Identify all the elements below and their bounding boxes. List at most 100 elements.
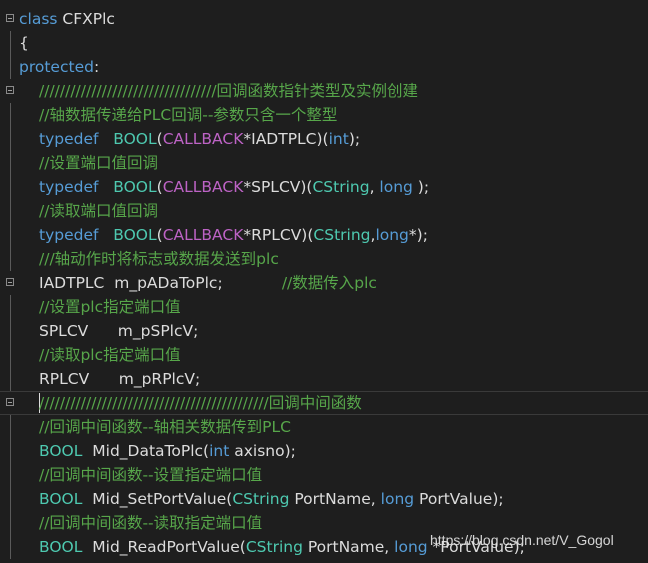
- code-line[interactable]: //轴数据传递给PLC回调--参数只含一个整型: [0, 103, 648, 127]
- code-line[interactable]: {: [0, 31, 648, 55]
- code-token: typedef: [39, 178, 99, 196]
- code-line[interactable]: protected:: [0, 55, 648, 79]
- outline-guide: [10, 511, 11, 535]
- collapse-icon[interactable]: [6, 398, 14, 406]
- code-token: Mid_DataToPlc(: [82, 442, 210, 460]
- code-text: //////////////////////////////////回调函数指针…: [39, 79, 418, 103]
- code-line[interactable]: BOOL Mid_SetPortValue(CString PortName, …: [0, 487, 648, 511]
- code-token: ////////////////////////////////////////…: [39, 394, 362, 412]
- code-token: *);: [408, 226, 428, 244]
- code-token: typedef: [39, 130, 99, 148]
- code-line[interactable]: class CFXPlc: [0, 7, 648, 31]
- code-line[interactable]: IADTPLC m_pADaToPlc; //数据传入plc: [0, 271, 648, 295]
- code-token: BOOL: [39, 442, 83, 460]
- collapse-icon[interactable]: [6, 278, 14, 286]
- code-token: IADTPLC m_pADaToPlc;: [39, 274, 282, 292]
- code-token: CString: [232, 490, 290, 508]
- outline-guide: [10, 319, 11, 343]
- line-gutter: [0, 487, 18, 511]
- code-text: class CFXPlc: [19, 7, 115, 31]
- outline-guide: [10, 463, 11, 487]
- outline-guide: [10, 175, 11, 199]
- code-token: //设置端口值回调: [39, 154, 158, 172]
- line-gutter: [0, 295, 18, 319]
- watermark-text: https://blog.csdn.net/V_Gogol: [430, 532, 614, 548]
- code-line[interactable]: ///轴动作时将标志或数据发送到plc: [0, 247, 648, 271]
- code-line[interactable]: //////////////////////////////////回调函数指针…: [0, 79, 648, 103]
- code-token: CString: [245, 538, 303, 556]
- code-text: BOOL Mid_SetPortValue(CString PortName, …: [39, 487, 504, 511]
- code-line[interactable]: typedef BOOL(CALLBACK*RPLCV)(CString,lon…: [0, 223, 648, 247]
- outline-guide: [10, 415, 11, 439]
- collapse-icon[interactable]: [6, 86, 14, 94]
- code-line[interactable]: RPLCV m_pRPlcV;: [0, 367, 648, 391]
- code-token: BOOL: [113, 226, 157, 244]
- outline-guide: [10, 247, 11, 271]
- code-token: BOOL: [39, 538, 83, 556]
- code-line[interactable]: //回调中间函数--设置指定端口值: [0, 463, 648, 487]
- code-token: //回调中间函数--设置指定端口值: [39, 466, 263, 484]
- code-token: class: [19, 10, 58, 28]
- code-token: //回调中间函数--轴相关数据传到PLC: [39, 418, 291, 436]
- outline-guide: [10, 103, 11, 127]
- code-token: CFXPlc: [57, 10, 115, 28]
- outline-guide: [10, 439, 11, 463]
- code-text: RPLCV m_pRPlcV;: [39, 367, 200, 391]
- code-line[interactable]: BOOL Mid_DataToPlc(int axisno);: [0, 439, 648, 463]
- line-gutter: [0, 271, 18, 295]
- line-gutter: [0, 199, 18, 223]
- code-token: long: [375, 226, 409, 244]
- line-gutter: [0, 247, 18, 271]
- code-token: ///轴动作时将标志或数据发送到plc: [39, 250, 279, 268]
- code-line[interactable]: //读取端口值回调: [0, 199, 648, 223]
- outline-guide: [10, 223, 11, 247]
- code-line[interactable]: typedef BOOL(CALLBACK*IADTPLC)(int);: [0, 127, 648, 151]
- code-token: BOOL: [39, 490, 83, 508]
- code-token: ,: [369, 178, 380, 196]
- code-text: typedef BOOL(CALLBACK*RPLCV)(CString,lon…: [39, 223, 428, 247]
- code-token: //设置plc指定端口值: [39, 298, 181, 316]
- outline-guide: [10, 367, 11, 391]
- code-text: IADTPLC m_pADaToPlc; //数据传入plc: [39, 271, 377, 295]
- code-token: );: [412, 178, 430, 196]
- code-token: axisno);: [229, 442, 296, 460]
- code-token: //数据传入plc: [281, 274, 377, 292]
- code-line[interactable]: typedef BOOL(CALLBACK*SPLCV)(CString, lo…: [0, 175, 648, 199]
- code-text: ///轴动作时将标志或数据发送到plc: [39, 247, 279, 271]
- code-text: //读取plc指定端口值: [39, 343, 181, 367]
- code-line[interactable]: ////////////////////////////////////////…: [0, 391, 648, 415]
- code-token: //回调中间函数--读取指定端口值: [39, 514, 263, 532]
- code-text: //回调中间函数--设置指定端口值: [39, 463, 262, 487]
- code-line[interactable]: //设置端口值回调: [0, 151, 648, 175]
- code-text: //回调中间函数--读取指定端口值: [39, 511, 262, 535]
- line-gutter: [0, 127, 18, 151]
- code-token: int: [209, 442, 230, 460]
- code-text: //轴数据传递给PLC回调--参数只含一个整型: [39, 103, 337, 127]
- code-token: CString: [313, 226, 371, 244]
- code-token: PortName,: [289, 490, 381, 508]
- code-token: int: [328, 130, 349, 148]
- code-line[interactable]: //读取plc指定端口值: [0, 343, 648, 367]
- code-token: //轴数据传递给PLC回调--参数只含一个整型: [39, 106, 338, 124]
- code-line[interactable]: //设置plc指定端口值: [0, 295, 648, 319]
- code-token: long: [394, 538, 428, 556]
- line-gutter: [0, 151, 18, 175]
- code-line[interactable]: SPLCV m_pSPlcV;: [0, 319, 648, 343]
- code-token: //读取plc指定端口值: [39, 346, 181, 364]
- collapse-icon[interactable]: [6, 14, 14, 22]
- code-token: Mid_SetPortValue(: [82, 490, 233, 508]
- outline-guide: [10, 199, 11, 223]
- code-token: protected: [19, 58, 94, 76]
- code-token: :: [93, 58, 100, 76]
- code-token: PortName,: [302, 538, 395, 556]
- code-token: {: [19, 34, 29, 52]
- code-line[interactable]: //回调中间函数--轴相关数据传到PLC: [0, 415, 648, 439]
- code-editor[interactable]: class CFXPlc { protected: /////////////////…: [0, 0, 648, 563]
- outline-guide: [10, 343, 11, 367]
- code-token: //////////////////////////////////回调函数指针…: [39, 82, 419, 100]
- line-gutter: [0, 535, 18, 559]
- line-gutter: [0, 319, 18, 343]
